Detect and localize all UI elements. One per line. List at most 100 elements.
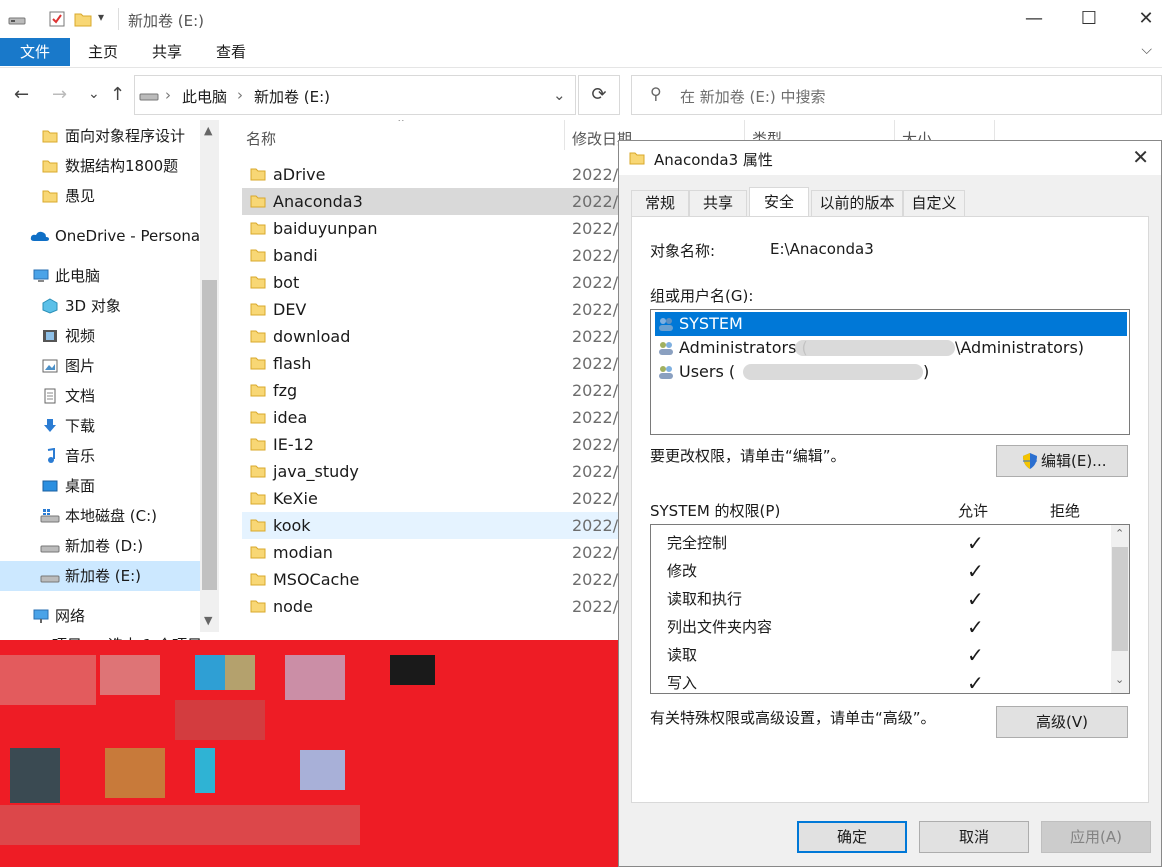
user-group-icon xyxy=(659,342,673,355)
desktop-icon xyxy=(42,480,58,492)
tab-customize[interactable]: 自定义 xyxy=(903,190,965,216)
dialog-title-bar: Anaconda3 属性 ✕ xyxy=(619,141,1161,175)
tab-file[interactable]: 文件 xyxy=(0,38,70,66)
sidebar-item-onedrive[interactable]: OneDrive - Personal xyxy=(0,221,200,251)
file-name: Anaconda3 xyxy=(273,192,363,211)
breadcrumb-separator[interactable]: › xyxy=(237,86,243,104)
advanced-button[interactable]: 高级(V) xyxy=(996,706,1128,738)
sidebar-item-folder[interactable]: 面向对象程序设计 xyxy=(0,121,200,151)
permissions-scrollbar[interactable]: ⌃ ⌄ xyxy=(1111,525,1129,693)
folder-icon xyxy=(250,519,266,532)
users-listbox[interactable]: SYSTEM Administrators ( \Administrators)… xyxy=(650,309,1130,435)
file-name: kook xyxy=(273,516,311,535)
edit-button[interactable]: 编辑(E)... xyxy=(996,445,1128,477)
tab-general[interactable]: 常规 xyxy=(631,190,689,216)
user-row-administrators[interactable]: Administrators ( \Administrators) xyxy=(655,336,1127,360)
breadcrumb-drive-e[interactable]: 新加卷 (E:) xyxy=(254,86,330,107)
folder-icon xyxy=(250,249,266,262)
document-icon xyxy=(44,388,56,404)
sidebar-item-label: 图片 xyxy=(65,357,96,375)
sidebar-item-network[interactable]: 网络 xyxy=(0,601,200,631)
sidebar-item-drive-c[interactable]: 本地磁盘 (C:) xyxy=(0,501,200,531)
permission-row: 修改 ✓ xyxy=(667,557,1107,585)
column-header-name[interactable]: 名称 xyxy=(246,128,276,149)
scroll-down-icon[interactable]: ▼ xyxy=(204,614,212,627)
breadcrumb-this-pc[interactable]: 此电脑 xyxy=(182,86,227,107)
folder-icon xyxy=(250,357,266,370)
recent-locations-button[interactable]: ⌄ xyxy=(88,86,100,102)
file-name: bot xyxy=(273,273,300,292)
sidebar-item-folder[interactable]: 数据结构1800题 xyxy=(0,151,200,181)
sidebar-scrollbar[interactable]: ▲ ▼ xyxy=(200,120,219,632)
address-dropdown-icon[interactable]: ⌄ xyxy=(553,86,566,104)
apply-button[interactable]: 应用(A) xyxy=(1041,821,1151,853)
tab-view[interactable]: 查看 xyxy=(200,38,262,66)
scroll-up-icon[interactable]: ⌃ xyxy=(1115,527,1124,540)
sidebar-item-documents[interactable]: 文档 xyxy=(0,381,200,411)
scroll-up-icon[interactable]: ▲ xyxy=(204,124,212,137)
properties-quick-icon[interactable] xyxy=(48,10,66,28)
new-folder-quick-icon[interactable] xyxy=(74,10,92,28)
maximize-button[interactable]: ☐ xyxy=(1067,4,1111,34)
tab-previous-versions[interactable]: 以前的版本 xyxy=(811,190,903,216)
permission-row: 写入 ✓ xyxy=(667,669,1107,693)
back-button[interactable]: ← xyxy=(14,84,29,105)
user-label: Administrators ( xyxy=(679,338,808,357)
search-input[interactable]: 在 新加卷 (E:) 中搜索 xyxy=(680,86,826,107)
advanced-hint: 有关特殊权限或高级设置，请单击“高级”。 xyxy=(650,709,936,727)
cancel-button[interactable]: 取消 xyxy=(919,821,1029,853)
cloud-icon xyxy=(30,231,49,241)
dialog-close-button[interactable]: ✕ xyxy=(1132,145,1149,169)
address-bar[interactable]: › 此电脑 › 新加卷 (E:) ⌄ xyxy=(134,75,576,115)
scrollbar-thumb[interactable] xyxy=(202,280,217,590)
scroll-down-icon[interactable]: ⌄ xyxy=(1115,673,1124,686)
sidebar-item-drive-d[interactable]: 新加卷 (D:) xyxy=(0,531,200,561)
breadcrumb-separator[interactable]: › xyxy=(165,86,171,104)
user-label-suffix: ) xyxy=(923,362,930,381)
forward-button[interactable]: → xyxy=(52,84,67,105)
sidebar-item-3d-objects[interactable]: 3D 对象 xyxy=(0,291,200,321)
title-bar: ▾ 新加卷 (E:) — ☐ ✕ xyxy=(0,0,1162,38)
sidebar-item-music[interactable]: 音乐 xyxy=(0,441,200,471)
column-separator[interactable] xyxy=(564,120,565,150)
tab-sharing[interactable]: 共享 xyxy=(689,190,747,216)
check-icon: ✓ xyxy=(967,587,984,611)
user-row-users[interactable]: Users ( ) xyxy=(655,360,1127,384)
scrollbar-thumb[interactable] xyxy=(1112,547,1128,651)
sidebar-item-pictures[interactable]: 图片 xyxy=(0,351,200,381)
sidebar-item-downloads[interactable]: 下载 xyxy=(0,411,200,441)
sidebar-item-label: OneDrive - Personal xyxy=(55,227,200,245)
permissions-label: SYSTEM 的权限(P) xyxy=(650,502,781,520)
group-users-label: 组或用户名(G): xyxy=(650,287,754,305)
sidebar-item-folder[interactable]: 愚见 xyxy=(0,181,200,211)
ribbon-expand-icon[interactable]: ⌵ xyxy=(1141,42,1152,58)
up-button[interactable]: ↑ xyxy=(110,84,125,105)
sidebar-item-this-pc[interactable]: 此电脑 xyxy=(0,261,200,291)
sidebar-item-drive-e[interactable]: 新加卷 (E:) xyxy=(0,561,200,591)
folder-icon xyxy=(42,130,58,143)
sidebar-item-label: 文档 xyxy=(65,387,96,405)
search-box[interactable]: ⚲ 在 新加卷 (E:) 中搜索 xyxy=(631,75,1162,115)
sidebar-item-label: 愚见 xyxy=(65,187,96,205)
sidebar-item-label: 面向对象程序设计 xyxy=(65,127,186,145)
minimize-button[interactable]: — xyxy=(1012,4,1056,34)
refresh-button[interactable]: ⟳ xyxy=(578,75,620,115)
tab-home[interactable]: 主页 xyxy=(72,38,134,66)
tab-security[interactable]: 安全 xyxy=(749,187,809,217)
window-title: 新加卷 (E:) xyxy=(128,12,205,30)
folder-icon xyxy=(629,152,645,165)
permission-row: 读取和执行 ✓ xyxy=(667,585,1107,613)
close-button[interactable]: ✕ xyxy=(1124,4,1162,34)
check-icon: ✓ xyxy=(967,615,984,639)
download-icon xyxy=(44,419,56,432)
drive-icon xyxy=(139,93,159,101)
sidebar-item-videos[interactable]: 视频 xyxy=(0,321,200,351)
permissions-list[interactable]: 完全控制 ✓ 修改 ✓ 读取和执行 ✓ 列出文件夹内容 ✓ 读取 ✓ 写入 ✓ ⌃ ⌄ xyxy=(650,524,1130,694)
sidebar-item-label: 视频 xyxy=(65,327,96,345)
quick-access-dropdown-icon[interactable]: ▾ xyxy=(98,10,104,24)
tab-share[interactable]: 共享 xyxy=(136,38,198,66)
sidebar-item-desktop[interactable]: 桌面 xyxy=(0,471,200,501)
ok-button[interactable]: 确定 xyxy=(797,821,907,853)
folder-icon xyxy=(42,190,58,203)
user-row-system[interactable]: SYSTEM xyxy=(655,312,1127,336)
